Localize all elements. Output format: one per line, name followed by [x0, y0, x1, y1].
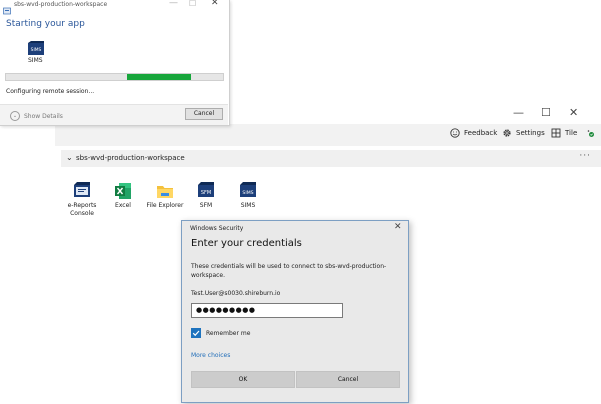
- account-button[interactable]: [586, 128, 596, 138]
- more-options-icon[interactable]: ···: [579, 151, 591, 161]
- dialog-description: These credentials will be used to connec…: [191, 263, 387, 279]
- feedback-button[interactable]: Feedback: [450, 128, 497, 138]
- svg-text:SFM: SFM: [201, 190, 211, 196]
- rd-toolbar: Feedback Settings Tile: [55, 124, 601, 146]
- show-details-label: Show Details: [24, 112, 63, 120]
- starting-app-dialog: sbs-wvd-production-workspace — ☐ ✕ Start…: [0, 0, 230, 126]
- e-reports-icon: [73, 182, 91, 200]
- checkmark-icon: [192, 330, 200, 337]
- svg-text:SIMS: SIMS: [31, 47, 42, 53]
- dialog-title: Windows Security: [190, 225, 244, 232]
- maximize-button[interactable]: ☐: [541, 106, 551, 119]
- dialog-heading: Enter your credentials: [191, 238, 302, 249]
- tile-label: Tile: [565, 129, 578, 137]
- svg-text:SIMS: SIMS: [242, 190, 253, 196]
- grid-icon: [551, 128, 561, 138]
- tile-view-button[interactable]: Tile: [551, 128, 577, 138]
- cancel-button[interactable]: Cancel: [185, 108, 223, 120]
- file-explorer-icon: [156, 182, 174, 200]
- sfm-icon: SFM: [197, 182, 215, 200]
- workspace-header[interactable]: ⌄ sbs-wvd-production-workspace ···: [61, 150, 601, 167]
- dialog-heading: Starting your app: [6, 19, 85, 29]
- app-label: SIMS: [28, 57, 43, 64]
- app-label: File Explorer: [146, 202, 184, 209]
- smiley-icon: [450, 128, 460, 138]
- window-app-icon: [3, 0, 11, 19]
- app-tile-file-explorer[interactable]: File Explorer: [145, 182, 185, 210]
- feedback-label: Feedback: [464, 129, 498, 137]
- remember-me-checkbox[interactable]: [191, 328, 201, 338]
- chevron-down-icon: ⌄: [10, 111, 20, 121]
- chevron-down-icon[interactable]: ⌄: [66, 153, 73, 162]
- close-button[interactable]: ✕: [569, 106, 578, 119]
- show-details-toggle[interactable]: ⌄ Show Details: [10, 111, 63, 121]
- close-button[interactable]: ✕: [211, 0, 219, 8]
- progress-fill: [127, 74, 191, 80]
- minimize-button[interactable]: —: [169, 0, 178, 8]
- gear-icon: [502, 128, 512, 138]
- app-label: Excel: [115, 202, 131, 209]
- password-field[interactable]: ●●●●●●●●●: [191, 303, 343, 318]
- minimize-button[interactable]: —: [513, 106, 524, 119]
- close-button[interactable]: ✕: [394, 222, 402, 232]
- app-label: SIMS: [240, 202, 256, 209]
- settings-label: Settings: [516, 129, 545, 137]
- windows-security-dialog: Windows Security ✕ Enter your credential…: [181, 220, 409, 403]
- app-tile-excel[interactable]: Excel: [103, 182, 143, 210]
- ok-button[interactable]: OK: [191, 371, 295, 388]
- window-title: sbs-wvd-production-workspace: [14, 1, 108, 8]
- app-label: e-Reports Console: [67, 202, 97, 217]
- cancel-button[interactable]: Cancel: [296, 371, 400, 388]
- settings-button[interactable]: Settings: [502, 128, 545, 138]
- excel-icon: [114, 182, 132, 200]
- app-tile-sfm[interactable]: SFM SFM: [186, 182, 226, 210]
- progress-bar: [5, 73, 224, 81]
- more-choices-link[interactable]: More choices: [191, 352, 230, 359]
- username-text: Test.User@s0030.shireburn.io: [191, 290, 281, 297]
- app-tile-sims[interactable]: SIMS SIMS: [228, 182, 268, 210]
- sims-icon: SIMS: [28, 40, 44, 55]
- status-text: Configuring remote session...: [6, 88, 95, 95]
- workspace-name: sbs-wvd-production-workspace: [76, 154, 185, 162]
- maximize-button[interactable]: ☐: [189, 0, 196, 8]
- app-label: SFM: [199, 202, 213, 209]
- account-icon: [586, 128, 596, 138]
- sims-icon: SIMS: [239, 182, 257, 200]
- remember-me-label: Remember me: [206, 330, 251, 337]
- details-bar: ⌄ Show Details Cancel: [0, 104, 228, 125]
- app-tile-e-reports[interactable]: e-Reports Console: [62, 182, 102, 218]
